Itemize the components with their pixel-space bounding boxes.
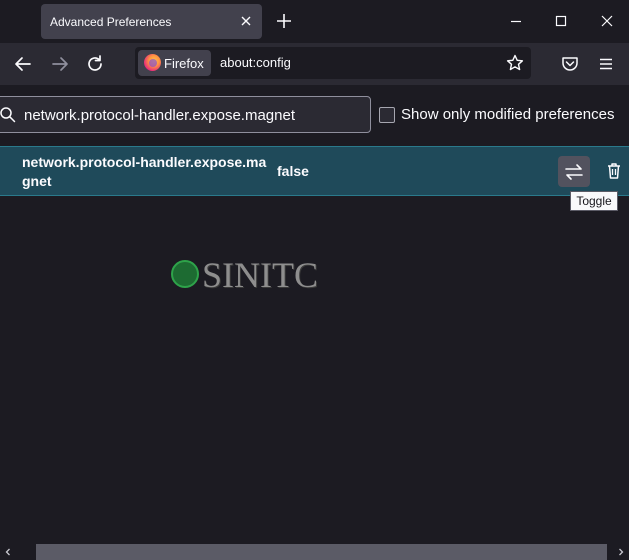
scroll-left-icon[interactable] xyxy=(3,547,13,557)
url-text[interactable]: about:config xyxy=(220,55,291,70)
preference-value[interactable]: false xyxy=(277,163,309,179)
star-icon[interactable] xyxy=(505,53,525,73)
search-input[interactable]: network.protocol-handler.expose.magnet xyxy=(0,96,371,133)
scroll-right-icon[interactable] xyxy=(616,547,626,557)
pocket-icon[interactable] xyxy=(559,53,581,75)
navigation-toolbar: Firefox about:config xyxy=(0,43,629,85)
preference-name: network.protocol-handler.expose.magnet xyxy=(22,154,267,189)
preference-row[interactable]: network.protocol-handler.expose.magnet f… xyxy=(0,146,629,196)
tab-strip: Advanced Preferences xyxy=(0,0,629,43)
minimize-icon[interactable] xyxy=(506,11,526,31)
show-modified-checkbox[interactable] xyxy=(379,107,395,123)
identity-box[interactable]: Firefox xyxy=(138,50,211,76)
identity-label: Firefox xyxy=(164,56,204,71)
firefox-logo-icon xyxy=(144,54,161,71)
watermark: SINITC xyxy=(171,255,331,296)
toggle-tooltip: Toggle xyxy=(570,191,618,211)
toggle-button[interactable] xyxy=(558,156,590,187)
reload-icon[interactable] xyxy=(84,53,106,75)
back-arrow-icon[interactable] xyxy=(12,53,34,75)
search-value[interactable]: network.protocol-handler.expose.magnet xyxy=(24,107,295,124)
hamburger-menu-icon[interactable] xyxy=(595,53,617,75)
trash-icon[interactable] xyxy=(602,159,626,183)
search-icon xyxy=(0,107,16,123)
forward-arrow-icon[interactable] xyxy=(49,53,71,75)
watermark-text: SINITC xyxy=(202,255,318,295)
about-config-page: network.protocol-handler.expose.magnet S… xyxy=(0,85,629,560)
url-bar[interactable]: Firefox about:config xyxy=(135,47,531,79)
maximize-icon[interactable] xyxy=(551,11,571,31)
horizontal-scrollbar[interactable] xyxy=(0,544,629,560)
plus-icon[interactable] xyxy=(274,11,294,31)
toggle-arrows-icon xyxy=(565,164,583,180)
window-close-icon[interactable] xyxy=(597,11,617,31)
watermark-logo-icon xyxy=(171,260,199,288)
close-icon[interactable] xyxy=(238,13,254,29)
tab-title: Advanced Preferences xyxy=(50,15,172,29)
scrollbar-thumb[interactable] xyxy=(36,544,607,560)
show-modified-label[interactable]: Show only modified preferences xyxy=(401,106,614,123)
tab-advanced-preferences[interactable]: Advanced Preferences xyxy=(41,4,262,39)
